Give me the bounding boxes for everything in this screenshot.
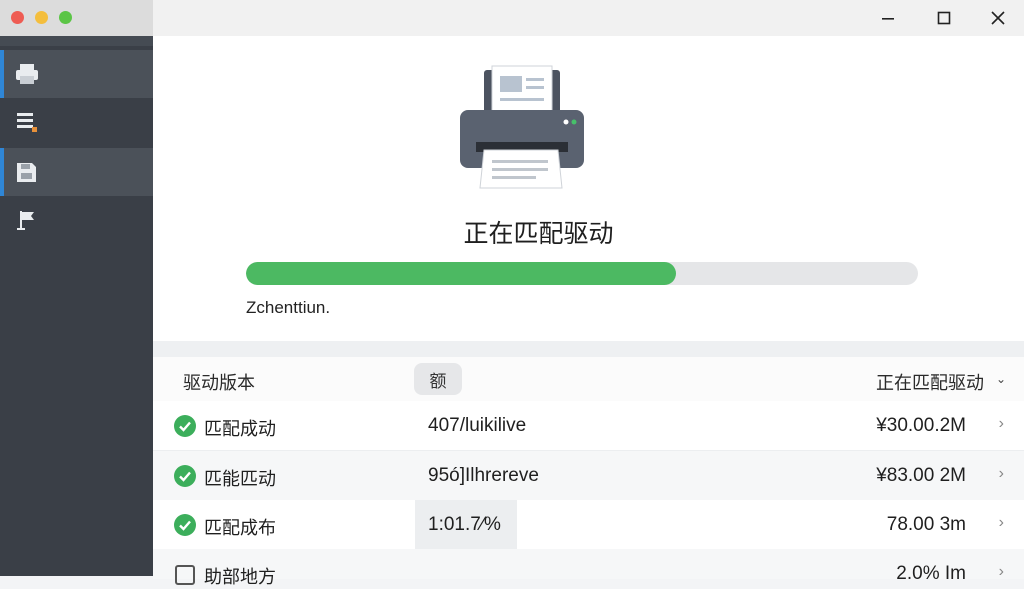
row-size: ¥83.00 2M bbox=[876, 465, 966, 486]
sidebar-item-list[interactable] bbox=[0, 98, 153, 146]
save-icon bbox=[17, 163, 36, 182]
maximize-button[interactable] bbox=[931, 6, 957, 30]
row-size: 78.00 3m bbox=[886, 514, 966, 535]
sidebar-item-flag[interactable] bbox=[0, 196, 153, 244]
check-circle-icon bbox=[174, 465, 196, 487]
row-name: 匹配成布 bbox=[204, 518, 276, 538]
minimize-window-dot[interactable] bbox=[35, 11, 48, 24]
check-circle-icon bbox=[174, 415, 196, 437]
row-version: 95ó]Ilhrereve bbox=[428, 465, 539, 486]
chevron-down-icon[interactable]: ⌄ bbox=[996, 372, 1006, 386]
checkbox[interactable] bbox=[175, 565, 195, 585]
row-name: 匹配成动 bbox=[204, 419, 276, 439]
close-button[interactable] bbox=[985, 6, 1011, 30]
sidebar-item-printer[interactable] bbox=[0, 50, 153, 98]
minimize-icon bbox=[882, 18, 894, 20]
status-title: 正在匹配驱动 bbox=[463, 220, 614, 248]
titlebar bbox=[153, 0, 1024, 36]
table-row[interactable]: 匹配成动 407/luikilive ¥30.00.2M › bbox=[153, 401, 1024, 451]
sidebar-header-strip bbox=[0, 36, 153, 46]
row-name: 匹能匹动 bbox=[204, 469, 276, 489]
column-header-version[interactable]: 驱动版本 bbox=[183, 369, 255, 395]
match-progress-bar bbox=[246, 262, 918, 285]
close-window-dot[interactable] bbox=[11, 11, 24, 24]
table-header: 驱动版本 额 正在匹配驱动 ⌄ bbox=[153, 357, 1024, 402]
maximize-icon bbox=[937, 11, 951, 25]
minimize-button[interactable] bbox=[875, 6, 901, 30]
column-header-filter[interactable]: 额 bbox=[414, 363, 462, 395]
table-row[interactable]: 助部地方 2.0% Im › bbox=[153, 549, 1024, 587]
chevron-right-icon[interactable]: › bbox=[999, 415, 1004, 433]
list-icon bbox=[17, 113, 37, 132]
main-panel: 正在匹配驱动 Zchenttiun. 驱动版本 额 正在匹配驱动 ⌄ 匹配成动 … bbox=[153, 0, 1024, 587]
progress-fill bbox=[246, 262, 677, 285]
status-subtitle: Zchenttiun. bbox=[246, 298, 331, 317]
sidebar-titlebar bbox=[0, 0, 153, 36]
close-icon bbox=[991, 11, 1005, 25]
row-name: 助部地方 bbox=[204, 567, 276, 587]
table-row[interactable]: 匹能匹动 95ó]Ilhrereve ¥83.00 2M › bbox=[153, 451, 1024, 501]
printer-illustration-icon bbox=[460, 65, 584, 189]
table-row[interactable]: 匹配成布 1:01.7⁄% 78.00 3m › bbox=[153, 500, 1024, 550]
chevron-right-icon[interactable]: › bbox=[999, 514, 1004, 532]
flag-icon bbox=[17, 211, 34, 230]
driver-installer-window: 正在匹配驱动 Zchenttiun. 驱动版本 额 正在匹配驱动 ⌄ 匹配成动 … bbox=[0, 0, 1024, 587]
zoom-window-dot[interactable] bbox=[59, 11, 72, 24]
row-version: 407/luikilive bbox=[428, 415, 527, 436]
column-header-status[interactable]: 正在匹配驱动 bbox=[876, 369, 984, 395]
row-size: ¥30.00.2M bbox=[876, 415, 966, 436]
row-version: 1:01.7⁄% bbox=[428, 514, 501, 535]
row-size: 2.0% Im bbox=[896, 563, 966, 584]
sidebar bbox=[0, 0, 153, 576]
check-circle-icon bbox=[174, 514, 196, 536]
sidebar-item-save[interactable] bbox=[0, 148, 153, 196]
printer-icon bbox=[16, 64, 38, 84]
chevron-right-icon[interactable]: › bbox=[999, 465, 1004, 483]
chevron-right-icon[interactable]: › bbox=[999, 563, 1004, 581]
section-divider bbox=[153, 341, 1024, 357]
